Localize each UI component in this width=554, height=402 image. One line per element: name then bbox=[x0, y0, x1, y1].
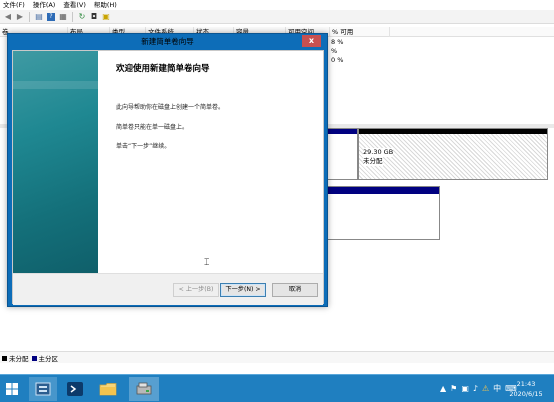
percent-free-cell: 0 % bbox=[331, 56, 344, 64]
unallocated-label: 未分配 bbox=[363, 157, 383, 166]
list-icon[interactable]: ▤ bbox=[34, 12, 44, 22]
menu-help[interactable]: 帮助(H) bbox=[90, 0, 121, 10]
next-button[interactable]: 下一步(N) > bbox=[220, 283, 266, 297]
cancel-button[interactable]: 取消 bbox=[272, 283, 318, 297]
column-percent-free[interactable]: % 可用 bbox=[330, 27, 390, 37]
legend-label: 主分区 bbox=[38, 354, 59, 363]
refresh-icon[interactable]: ↻ bbox=[77, 12, 87, 22]
wizard-heading: 欢迎使用新建简单卷向导 bbox=[116, 64, 210, 74]
taskbar: ▲ ⚑ ▣ ♪ ⚠ 中 ⌨ 21:43 2020/6/15 bbox=[0, 374, 554, 402]
clock-date: 2020/6/15 bbox=[509, 390, 543, 398]
menu-bar: 文件(F) 操作(A) 查看(V) 帮助(H) bbox=[0, 0, 554, 10]
help-icon[interactable]: ? bbox=[46, 12, 56, 22]
wizard-next-hint: 单击“下一步”继续。 bbox=[116, 143, 171, 150]
windows-logo-icon bbox=[6, 383, 18, 395]
volume-icon[interactable]: ♪ bbox=[473, 384, 478, 394]
disk-legend: 未分配 主分区 bbox=[0, 351, 554, 363]
partition-primary[interactable] bbox=[325, 186, 440, 240]
legend-swatch-unallocated bbox=[2, 355, 7, 361]
partition-body bbox=[326, 134, 357, 179]
toolbar-divider bbox=[29, 11, 30, 22]
server-manager-icon bbox=[35, 382, 51, 396]
properties-icon[interactable]: ▦ bbox=[58, 12, 68, 22]
powershell-icon bbox=[67, 382, 83, 396]
action-center-flag-icon[interactable]: ⚑ bbox=[450, 384, 457, 394]
legend-swatch-primary bbox=[31, 355, 37, 361]
network-icon[interactable]: ▣ bbox=[461, 384, 469, 394]
dialog-body: 欢迎使用新建简单卷向导 此向导帮助你在磁盘上创建一个简单卷。 简单卷只能在单一磁… bbox=[12, 50, 324, 305]
primary-partition-bar bbox=[326, 187, 439, 194]
ime-icon[interactable]: 中 bbox=[493, 384, 501, 394]
start-button[interactable] bbox=[3, 377, 21, 401]
disk-icon[interactable]: ▣ bbox=[101, 12, 111, 22]
banner-stripe bbox=[13, 81, 98, 89]
taskbar-clock[interactable]: 21:43 2020/6/15 bbox=[506, 379, 546, 399]
folder-icon bbox=[99, 383, 117, 396]
close-button[interactable]: x bbox=[302, 35, 321, 47]
percent-free-cell: 8 % bbox=[331, 38, 344, 46]
legend-primary: 主分区 bbox=[31, 353, 59, 363]
new-simple-volume-wizard: 新建简单卷向导 x 欢迎使用新建简单卷向导 此向导帮助你在磁盘上创建一个简单卷。… bbox=[7, 33, 328, 307]
toolbar-divider bbox=[72, 11, 73, 22]
back-button[interactable]: < 上一步(B) bbox=[173, 283, 219, 297]
percent-free-cell: % bbox=[331, 47, 338, 55]
wizard-simple-volume-text: 简单卷只能在单一磁盘上。 bbox=[116, 124, 189, 131]
taskbar-server-manager[interactable] bbox=[29, 377, 57, 401]
legend-label: 未分配 bbox=[9, 354, 29, 363]
partition-unallocated[interactable]: 29.30 GB 未分配 bbox=[358, 128, 548, 180]
clock-time: 21:43 bbox=[516, 380, 536, 388]
new-volume-icon[interactable]: ◘ bbox=[89, 12, 99, 22]
dialog-title: 新建简单卷向导 bbox=[141, 37, 194, 46]
mouse-cursor-icon: ⌶ bbox=[204, 258, 210, 268]
dialog-footer: < 上一步(B) 下一步(N) > 取消 bbox=[13, 273, 323, 305]
toolbar: ◀ ▶ ▤ ? ▦ ↻ ◘ ▣ bbox=[0, 10, 554, 24]
menu-view[interactable]: 查看(V) bbox=[59, 0, 90, 10]
taskbar-disk-management[interactable] bbox=[129, 377, 159, 401]
forward-icon[interactable]: ▶ bbox=[15, 12, 25, 22]
show-hidden-icons-icon[interactable]: ▲ bbox=[440, 384, 446, 394]
wizard-banner-image bbox=[13, 51, 98, 273]
disk-management-icon bbox=[136, 382, 152, 395]
unallocated-size: 29.30 GB bbox=[363, 148, 394, 157]
notification-warning-icon[interactable]: ⚠ bbox=[482, 384, 489, 394]
partition-system[interactable] bbox=[325, 128, 358, 180]
taskbar-file-explorer[interactable] bbox=[95, 377, 121, 401]
menu-file[interactable]: 文件(F) bbox=[0, 0, 29, 10]
wizard-intro-text: 此向导帮助你在磁盘上创建一个简单卷。 bbox=[116, 104, 225, 111]
legend-unallocated: 未分配 bbox=[2, 353, 29, 363]
back-icon[interactable]: ◀ bbox=[3, 12, 13, 22]
taskbar-powershell[interactable] bbox=[62, 377, 88, 401]
partition-body bbox=[326, 194, 439, 239]
menu-action[interactable]: 操作(A) bbox=[29, 0, 60, 10]
